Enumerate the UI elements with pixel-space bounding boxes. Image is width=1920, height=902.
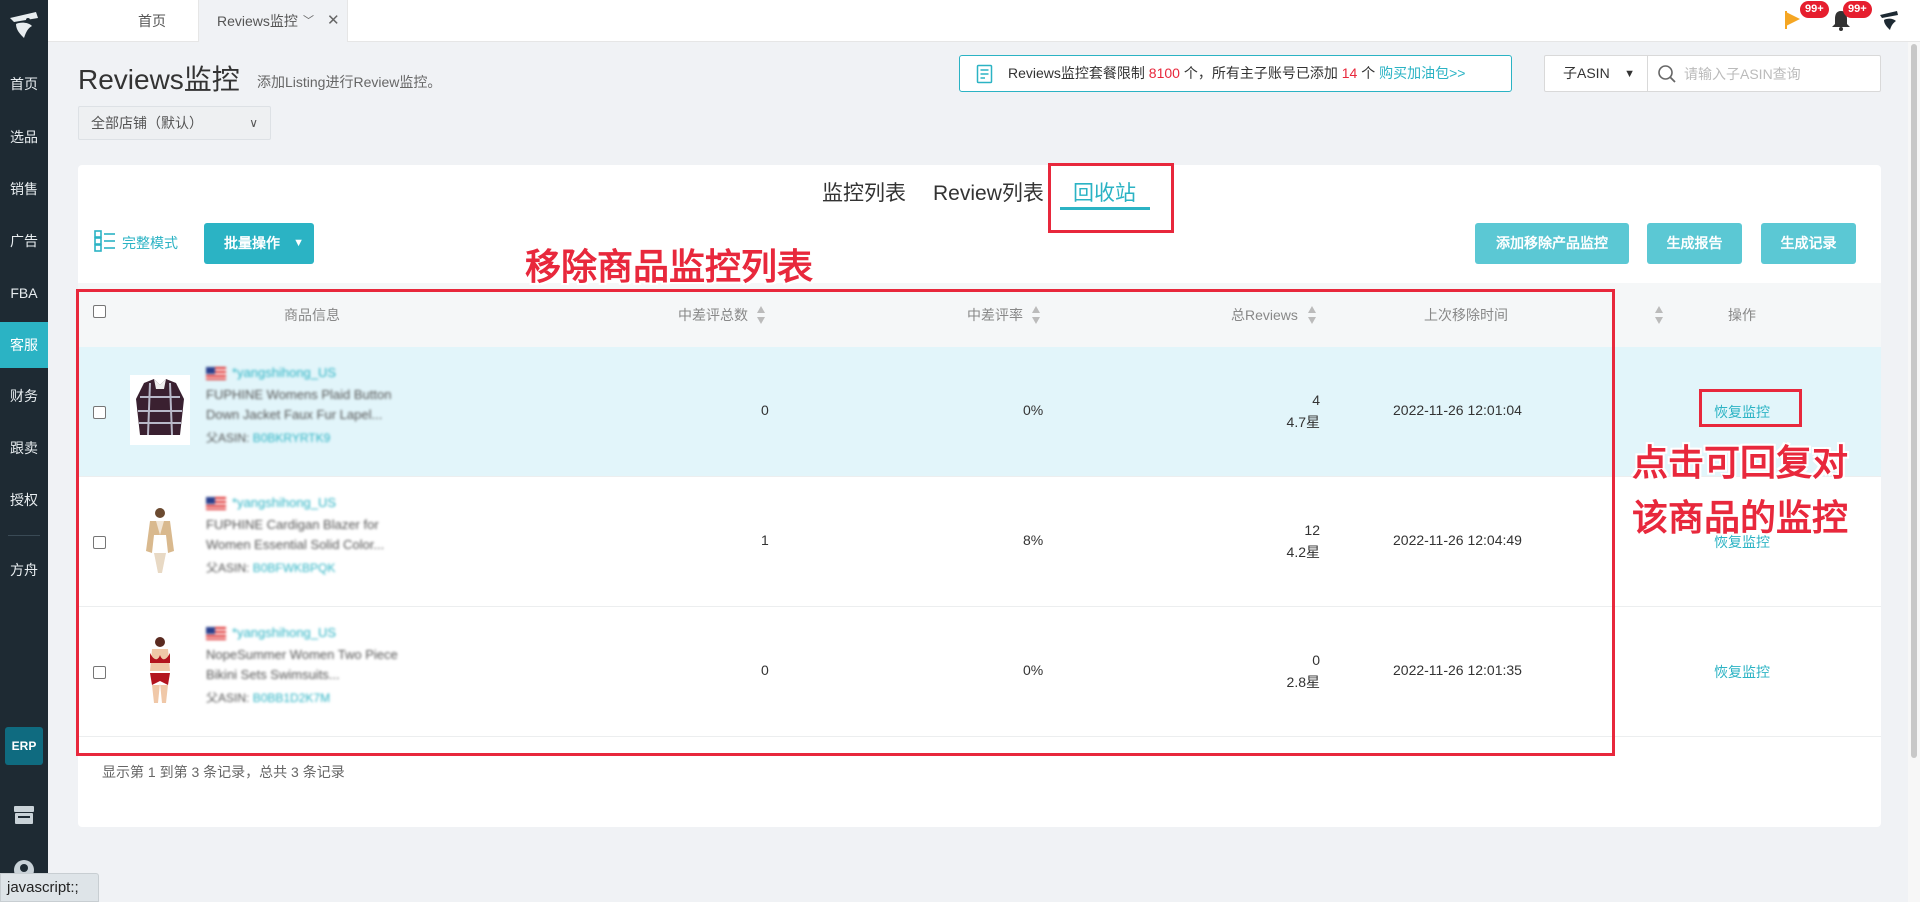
- generate-report-button[interactable]: 生成报告: [1647, 223, 1742, 264]
- pagination-summary: 显示第 1 到第 3 条记录，总共 3 条记录: [102, 764, 345, 780]
- erp-button[interactable]: ERP: [5, 727, 43, 765]
- notice-suffix: 个: [1357, 65, 1380, 81]
- close-icon[interactable]: ✕: [327, 0, 340, 42]
- sidebar-item-home[interactable]: 首页: [0, 61, 48, 107]
- bell-badge: 99+: [1843, 1, 1872, 18]
- sidebar-item-fba[interactable]: FBA: [0, 270, 48, 316]
- list-mode-icon: [94, 230, 115, 252]
- sidebar-item-authorization[interactable]: 授权: [0, 477, 48, 523]
- document-icon: [976, 64, 993, 84]
- annotation-box-recycle-tab: [1048, 163, 1174, 233]
- notice-prefix: Reviews监控套餐限制: [1008, 65, 1149, 81]
- page-title: Reviews监控: [78, 64, 240, 95]
- annotation-restore-line2: 该商品的监控: [1632, 497, 1849, 538]
- sidebar-item-sales[interactable]: 销售: [0, 166, 48, 212]
- asin-search-box: [1648, 55, 1881, 92]
- batch-operation-button[interactable]: 批量操作 ▼: [204, 223, 314, 264]
- sidebar-item-customer-service[interactable]: 客服: [0, 322, 48, 368]
- tab-reviews-monitor[interactable]: Reviews监控 ﹀ ✕: [198, 0, 348, 42]
- sort-icon[interactable]: [1654, 305, 1664, 325]
- notice-added: 14: [1341, 65, 1358, 81]
- tab-monitor-list[interactable]: 监控列表: [822, 177, 906, 207]
- sidebar-item-follow-sell[interactable]: 跟卖: [0, 425, 48, 471]
- chevron-down-icon[interactable]: ﹀: [303, 0, 314, 42]
- store-icon[interactable]: [12, 804, 36, 826]
- link-status-tooltip: javascript:;: [0, 873, 99, 902]
- user-avatar-icon[interactable]: [1878, 8, 1900, 32]
- notice-middle: 个，所有主子账号已添加: [1179, 65, 1342, 81]
- asin-type-select[interactable]: 子ASIN ▼: [1544, 55, 1648, 92]
- tab-home[interactable]: 首页: [88, 0, 188, 42]
- header-actions: 操作: [1728, 307, 1756, 323]
- tab-reviews-monitor-label: Reviews监控: [217, 13, 298, 29]
- flag-badge: 99+: [1800, 1, 1829, 18]
- sidebar: 首页 选品 销售 广告 FBA 客服 财务 跟卖 授权 方舟 ERP: [0, 0, 48, 902]
- notice-limit: 8100: [1148, 65, 1180, 81]
- add-removed-product-monitor-button[interactable]: 添加移除产品监控: [1475, 223, 1629, 264]
- asin-type-value: 子ASIN: [1563, 65, 1610, 81]
- app-logo-icon[interactable]: [6, 8, 42, 44]
- buy-addon-link[interactable]: 购买加油包>>: [1379, 65, 1465, 81]
- restore-monitor-link[interactable]: 恢复监控: [1714, 662, 1770, 682]
- annotation-list-label: 移除商品监控列表: [525, 246, 814, 287]
- search-icon[interactable]: [1657, 64, 1677, 84]
- asin-search-input[interactable]: [1684, 63, 1864, 85]
- caret-down-icon: ▼: [1624, 68, 1635, 80]
- sidebar-item-ads[interactable]: 广告: [0, 218, 48, 264]
- caret-down-icon: ▼: [293, 237, 304, 249]
- batch-operation-label: 批量操作: [224, 235, 280, 251]
- sidebar-item-ark[interactable]: 方舟: [0, 547, 48, 593]
- flag-icon[interactable]: [1784, 10, 1802, 30]
- annotation-box-table: [76, 289, 1615, 756]
- sidebar-divider: [8, 535, 40, 536]
- page-subtitle: 添加Listing进行Review监控。: [257, 74, 442, 90]
- full-mode-label: 完整模式: [122, 235, 178, 251]
- tab-review-list[interactable]: Review列表: [933, 177, 1044, 207]
- chevron-down-icon: ∨: [249, 116, 258, 130]
- sidebar-item-product-selection[interactable]: 选品: [0, 114, 48, 160]
- page-scrollbar-thumb[interactable]: [1911, 44, 1917, 758]
- annotation-box-restore: [1699, 389, 1802, 427]
- generate-records-button[interactable]: 生成记录: [1761, 223, 1856, 264]
- top-tab-bar: 首页 Reviews监控 ﹀ ✕: [48, 0, 1920, 42]
- store-select-value: 全部店铺（默认）: [91, 115, 203, 131]
- annotation-restore-line1: 点击可回复对: [1632, 442, 1849, 483]
- sidebar-item-finance[interactable]: 财务: [0, 373, 48, 419]
- store-select[interactable]: 全部店铺（默认） ∨: [78, 106, 271, 140]
- quota-notice: Reviews监控套餐限制 8100 个，所有主子账号已添加 14 个 购买加油…: [959, 55, 1512, 92]
